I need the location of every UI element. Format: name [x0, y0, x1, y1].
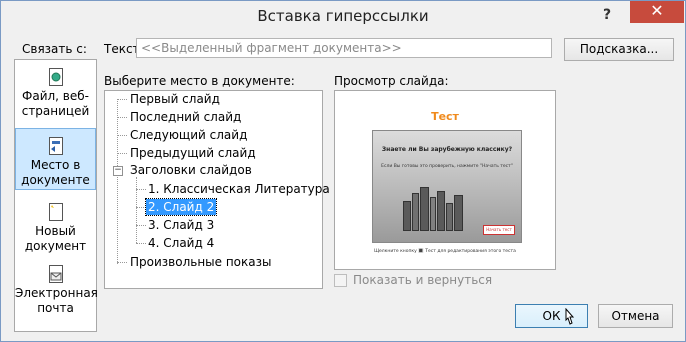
- show-and-return-checkbox[interactable]: [334, 274, 347, 287]
- tree-item-slide-1[interactable]: 1. Классическая Литература: [148, 181, 330, 197]
- slide-footer: Щелкните кнопку 🔳 Тест для редактировани…: [374, 249, 516, 254]
- tree-item-slide-titles[interactable]: Заголовки слайдов: [130, 162, 252, 178]
- show-and-return[interactable]: Показать и вернуться: [334, 273, 492, 287]
- tree-item-slide-3[interactable]: 3. Слайд 3: [148, 217, 214, 233]
- tree-item-slide-2[interactable]: 2. Слайд 2: [144, 198, 218, 216]
- link-to-document-place[interactable]: Место в документе: [15, 128, 96, 190]
- title-bar: Вставка гиперссылки ? ✕: [1, 1, 685, 31]
- tree-item-custom-shows[interactable]: Произвольные показы: [130, 254, 271, 270]
- preview-label: Просмотр слайда:: [334, 74, 449, 88]
- tree-item-next-slide[interactable]: Следующий слайд: [130, 127, 247, 143]
- email-icon: [48, 265, 63, 283]
- tree-item-last-slide[interactable]: Последний слайд: [130, 109, 241, 125]
- web-file-icon: [48, 68, 63, 86]
- tree-item-first-slide[interactable]: Первый слайд: [130, 91, 220, 107]
- new-document-icon: [48, 203, 63, 221]
- slide-image: Знаете ли Вы зарубежную классику? Если В…: [372, 130, 522, 243]
- document-place-icon: [48, 137, 63, 155]
- slide-subtext: Если Вы готовы это проверить, нажмите "Н…: [381, 164, 513, 169]
- ok-button[interactable]: ОК: [515, 304, 588, 328]
- link-to-new-document[interactable]: Новый документ: [15, 203, 96, 259]
- close-button[interactable]: ✕: [630, 1, 684, 23]
- link-to-email[interactable]: Электронная почта: [15, 265, 98, 325]
- link-to-web-file-label: Файл, веб-страницей: [21, 89, 90, 118]
- hint-button[interactable]: Подсказка...: [564, 38, 674, 61]
- slide-start-button: Начать тест: [483, 225, 515, 235]
- tree-item-slide-4[interactable]: 4. Слайд 4: [148, 235, 214, 251]
- slide-title: Тест: [431, 110, 459, 123]
- cancel-button[interactable]: Отмена: [598, 304, 673, 328]
- collapse-toggle[interactable]: −: [113, 166, 123, 176]
- slide-preview: Тест Знаете ли Вы зарубежную классику? Е…: [334, 90, 556, 270]
- mouse-cursor-icon: [565, 308, 575, 325]
- document-place-tree[interactable]: − Первый слайд Последний слайд Следующий…: [104, 90, 330, 289]
- hyperlink-dialog: Вставка гиперссылки ? ✕ Связать с: Файл,…: [0, 0, 686, 342]
- link-to-email-label: Электронная почта: [15, 286, 98, 315]
- text-field[interactable]: <<Выделенный фрагмент документа>>: [136, 38, 552, 58]
- tree-item-previous-slide[interactable]: Предыдущий слайд: [130, 145, 256, 161]
- link-to-web-file[interactable]: Файл, веб-страницей: [15, 68, 96, 124]
- show-and-return-label: Показать и вернуться: [353, 273, 493, 287]
- link-to-label: Связать с:: [22, 42, 87, 56]
- select-place-label: Выберите место в документе:: [104, 74, 295, 88]
- link-to-document-place-label: Место в документе: [21, 158, 90, 187]
- link-to-panel: Файл, веб-страницей Место в документе Но…: [14, 59, 98, 332]
- help-button[interactable]: ?: [597, 5, 617, 25]
- link-to-new-document-label: Новый документ: [24, 224, 87, 253]
- books-illustration: [403, 183, 473, 231]
- slide-question: Знаете ли Вы зарубежную классику?: [381, 146, 513, 153]
- window-title: Вставка гиперссылки: [257, 7, 429, 25]
